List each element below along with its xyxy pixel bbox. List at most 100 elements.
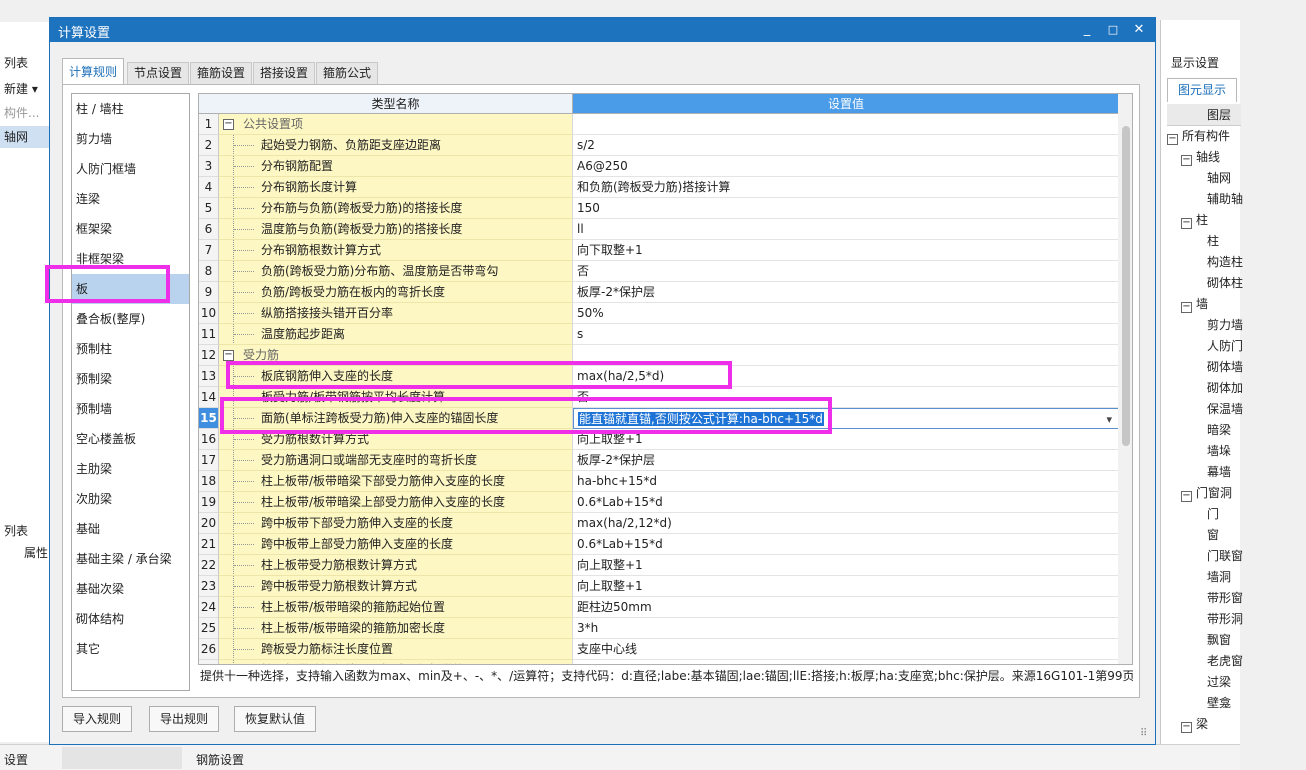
category-item[interactable]: 主肋梁: [72, 454, 189, 484]
tree-item[interactable]: − 门窗洞: [1181, 483, 1232, 504]
category-item[interactable]: 基础: [72, 514, 189, 544]
tree-item[interactable]: 砌体柱: [1207, 273, 1243, 294]
restore-defaults-button[interactable]: 恢复默认值: [234, 706, 317, 732]
category-item[interactable]: 叠合板(整厚): [72, 304, 189, 334]
collapse-icon[interactable]: −: [1181, 155, 1192, 166]
collapse-icon[interactable]: −: [1181, 218, 1192, 229]
tree-item[interactable]: 老虎窗: [1207, 651, 1243, 672]
category-item[interactable]: 人防门框墙: [72, 154, 189, 184]
bg-axis-item[interactable]: 轴网: [0, 126, 50, 148]
setting-value-cell[interactable]: A6@250: [573, 156, 1119, 177]
bg-list-tab[interactable]: 列表: [0, 52, 50, 74]
collapse-icon[interactable]: −: [1181, 302, 1192, 313]
tree-item[interactable]: 门: [1207, 504, 1219, 525]
category-item[interactable]: 柱 / 墙柱: [72, 94, 189, 124]
table-row[interactable]: 10 纵筋搭接接头错开百分率 50%: [199, 303, 1119, 324]
bg-search-input[interactable]: 构件...: [0, 102, 50, 124]
category-item[interactable]: 次肋梁: [72, 484, 189, 514]
minimize-icon[interactable]: _: [1076, 20, 1098, 40]
setting-value-cell[interactable]: 向上取整+1: [573, 555, 1119, 576]
bg-properties-tab[interactable]: 属性: [0, 542, 50, 564]
table-row[interactable]: 24 柱上板带/板带暗梁的箍筋起始位置 距柱边50mm: [199, 597, 1119, 618]
bg-new-button[interactable]: 新建 ▾: [0, 78, 50, 100]
category-item[interactable]: 预制梁: [72, 364, 189, 394]
table-row[interactable]: 26 跨板受力筋标注长度位置 支座中心线: [199, 639, 1119, 660]
tab-node-settings[interactable]: 节点设置: [127, 62, 190, 84]
tree-item[interactable]: − 墙: [1181, 294, 1208, 315]
tab-stirrup-formula[interactable]: 箍筋公式: [316, 62, 379, 84]
category-item[interactable]: 基础主梁 / 承台梁: [72, 544, 189, 574]
setting-value-cell[interactable]: 板厚-2*保护层: [573, 282, 1119, 303]
setting-value-cell[interactable]: 50%: [573, 303, 1119, 324]
tree-item[interactable]: − 所有构件: [1167, 126, 1230, 147]
tree-item[interactable]: 辅助轴: [1207, 189, 1243, 210]
tab-lap-settings[interactable]: 搭接设置: [253, 62, 316, 84]
tree-item[interactable]: 带形窗: [1207, 588, 1243, 609]
tree-item[interactable]: 保温墙: [1207, 399, 1243, 420]
tab-stirrup-settings[interactable]: 箍筋设置: [190, 62, 253, 84]
category-item[interactable]: 砌体结构: [72, 604, 189, 634]
setting-value-cell[interactable]: 0.6*Lab+15*d: [573, 492, 1119, 513]
collapse-icon[interactable]: −: [1181, 491, 1192, 502]
table-row[interactable]: 1− 公共设置项: [199, 114, 1119, 135]
setting-value-cell[interactable]: s/2: [573, 135, 1119, 156]
setting-value-cell[interactable]: 和负筋(跨板受力筋)搭接计算: [573, 177, 1119, 198]
setting-value-cell[interactable]: s: [573, 324, 1119, 345]
tab-element-display[interactable]: 图元显示: [1167, 78, 1237, 102]
table-row[interactable]: 5 分布筋与负筋(跨板受力筋)的搭接长度 150: [199, 198, 1119, 219]
category-item[interactable]: 剪力墙: [72, 124, 189, 154]
close-icon[interactable]: ✕: [1128, 20, 1150, 40]
maximize-icon[interactable]: □: [1102, 20, 1124, 40]
tree-item[interactable]: 轴网: [1207, 168, 1231, 189]
tree-item[interactable]: 构造柱: [1207, 252, 1243, 273]
tree-item[interactable]: 门联窗: [1207, 546, 1243, 567]
setting-value-cell[interactable]: max(ha/2,12*d): [573, 513, 1119, 534]
table-row[interactable]: 20 跨中板带下部受力筋伸入支座的长度 max(ha/2,12*d): [199, 513, 1119, 534]
setting-value-cell[interactable]: 距柱边50mm: [573, 597, 1119, 618]
tree-item[interactable]: 过梁: [1207, 672, 1231, 693]
tree-item[interactable]: 剪力墙: [1207, 315, 1243, 336]
resize-grip-icon[interactable]: ⠿: [1140, 728, 1147, 739]
tree-item[interactable]: 幕墙: [1207, 462, 1231, 483]
tree-item[interactable]: − 轴线: [1181, 147, 1220, 168]
table-row[interactable]: 25 柱上板带/板带暗梁的箍筋加密长度 3*h: [199, 618, 1119, 639]
tree-item[interactable]: 砌体加: [1207, 378, 1243, 399]
table-row[interactable]: 8 负筋(跨板受力筋)分布筋、温度筋是否带弯勾 否: [199, 261, 1119, 282]
table-row[interactable]: 2 起始受力钢筋、负筋距支座边距离 s/2: [199, 135, 1119, 156]
table-row[interactable]: 6 温度筋与负筋(跨板受力筋)的搭接长度 ll: [199, 219, 1119, 240]
tree-item[interactable]: 柱: [1207, 231, 1219, 252]
tree-item[interactable]: 人防门: [1207, 336, 1243, 357]
table-row[interactable]: 22 柱上板带受力筋根数计算方式 向上取整+1: [199, 555, 1119, 576]
scrollbar-thumb[interactable]: [1122, 126, 1130, 446]
table-row[interactable]: 11 温度筋起步距离 s: [199, 324, 1119, 345]
dialog-titlebar[interactable]: 计算设置 _ □ ✕: [50, 18, 1155, 42]
import-rules-button[interactable]: 导入规则: [62, 706, 133, 732]
tree-item[interactable]: 带形洞: [1207, 609, 1243, 630]
setting-value-cell[interactable]: 支座中心线: [573, 639, 1119, 660]
tree-item[interactable]: 墙洞: [1207, 567, 1231, 588]
table-row[interactable]: 7 分布钢筋根数计算方式 向下取整+1: [199, 240, 1119, 261]
export-rules-button[interactable]: 导出规则: [149, 706, 220, 732]
table-row[interactable]: 18 柱上板带/板带暗梁下部受力筋伸入支座的长度 ha-bhc+15*d: [199, 471, 1119, 492]
setting-value-cell[interactable]: 0.6*Lab+15*d: [573, 534, 1119, 555]
tree-item[interactable]: − 柱: [1181, 210, 1208, 231]
tab-calc-rules[interactable]: 计算规则: [62, 58, 125, 85]
table-row[interactable]: 17 受力筋遇洞口或端部无支座时的弯折长度 板厚-2*保护层: [199, 450, 1119, 471]
table-row[interactable]: 23 跨中板带受力筋根数计算方式 向上取整+1: [199, 576, 1119, 597]
setting-value-cell[interactable]: 3*h: [573, 618, 1119, 639]
table-row[interactable]: 3 分布钢筋配置 A6@250: [199, 156, 1119, 177]
category-item[interactable]: 框架梁: [72, 214, 189, 244]
tree-item[interactable]: 墙垛: [1207, 441, 1231, 462]
setting-value-cell[interactable]: 向上取整+1: [573, 576, 1119, 597]
tree-item[interactable]: 砌体墙: [1207, 357, 1243, 378]
collapse-icon[interactable]: −: [223, 119, 234, 130]
setting-value-cell[interactable]: [573, 114, 1119, 135]
dropdown-arrow-icon[interactable]: ▾: [1106, 409, 1112, 428]
category-item[interactable]: 基础次梁: [72, 574, 189, 604]
category-item[interactable]: 预制柱: [72, 334, 189, 364]
setting-value-cell[interactable]: 否: [573, 261, 1119, 282]
setting-value-cell[interactable]: ha-bhc+15*d: [573, 471, 1119, 492]
setting-value-cell[interactable]: ll: [573, 219, 1119, 240]
setting-value-cell[interactable]: 向下取整+1: [573, 240, 1119, 261]
setting-value-cell[interactable]: 板厚-2*保护层: [573, 450, 1119, 471]
